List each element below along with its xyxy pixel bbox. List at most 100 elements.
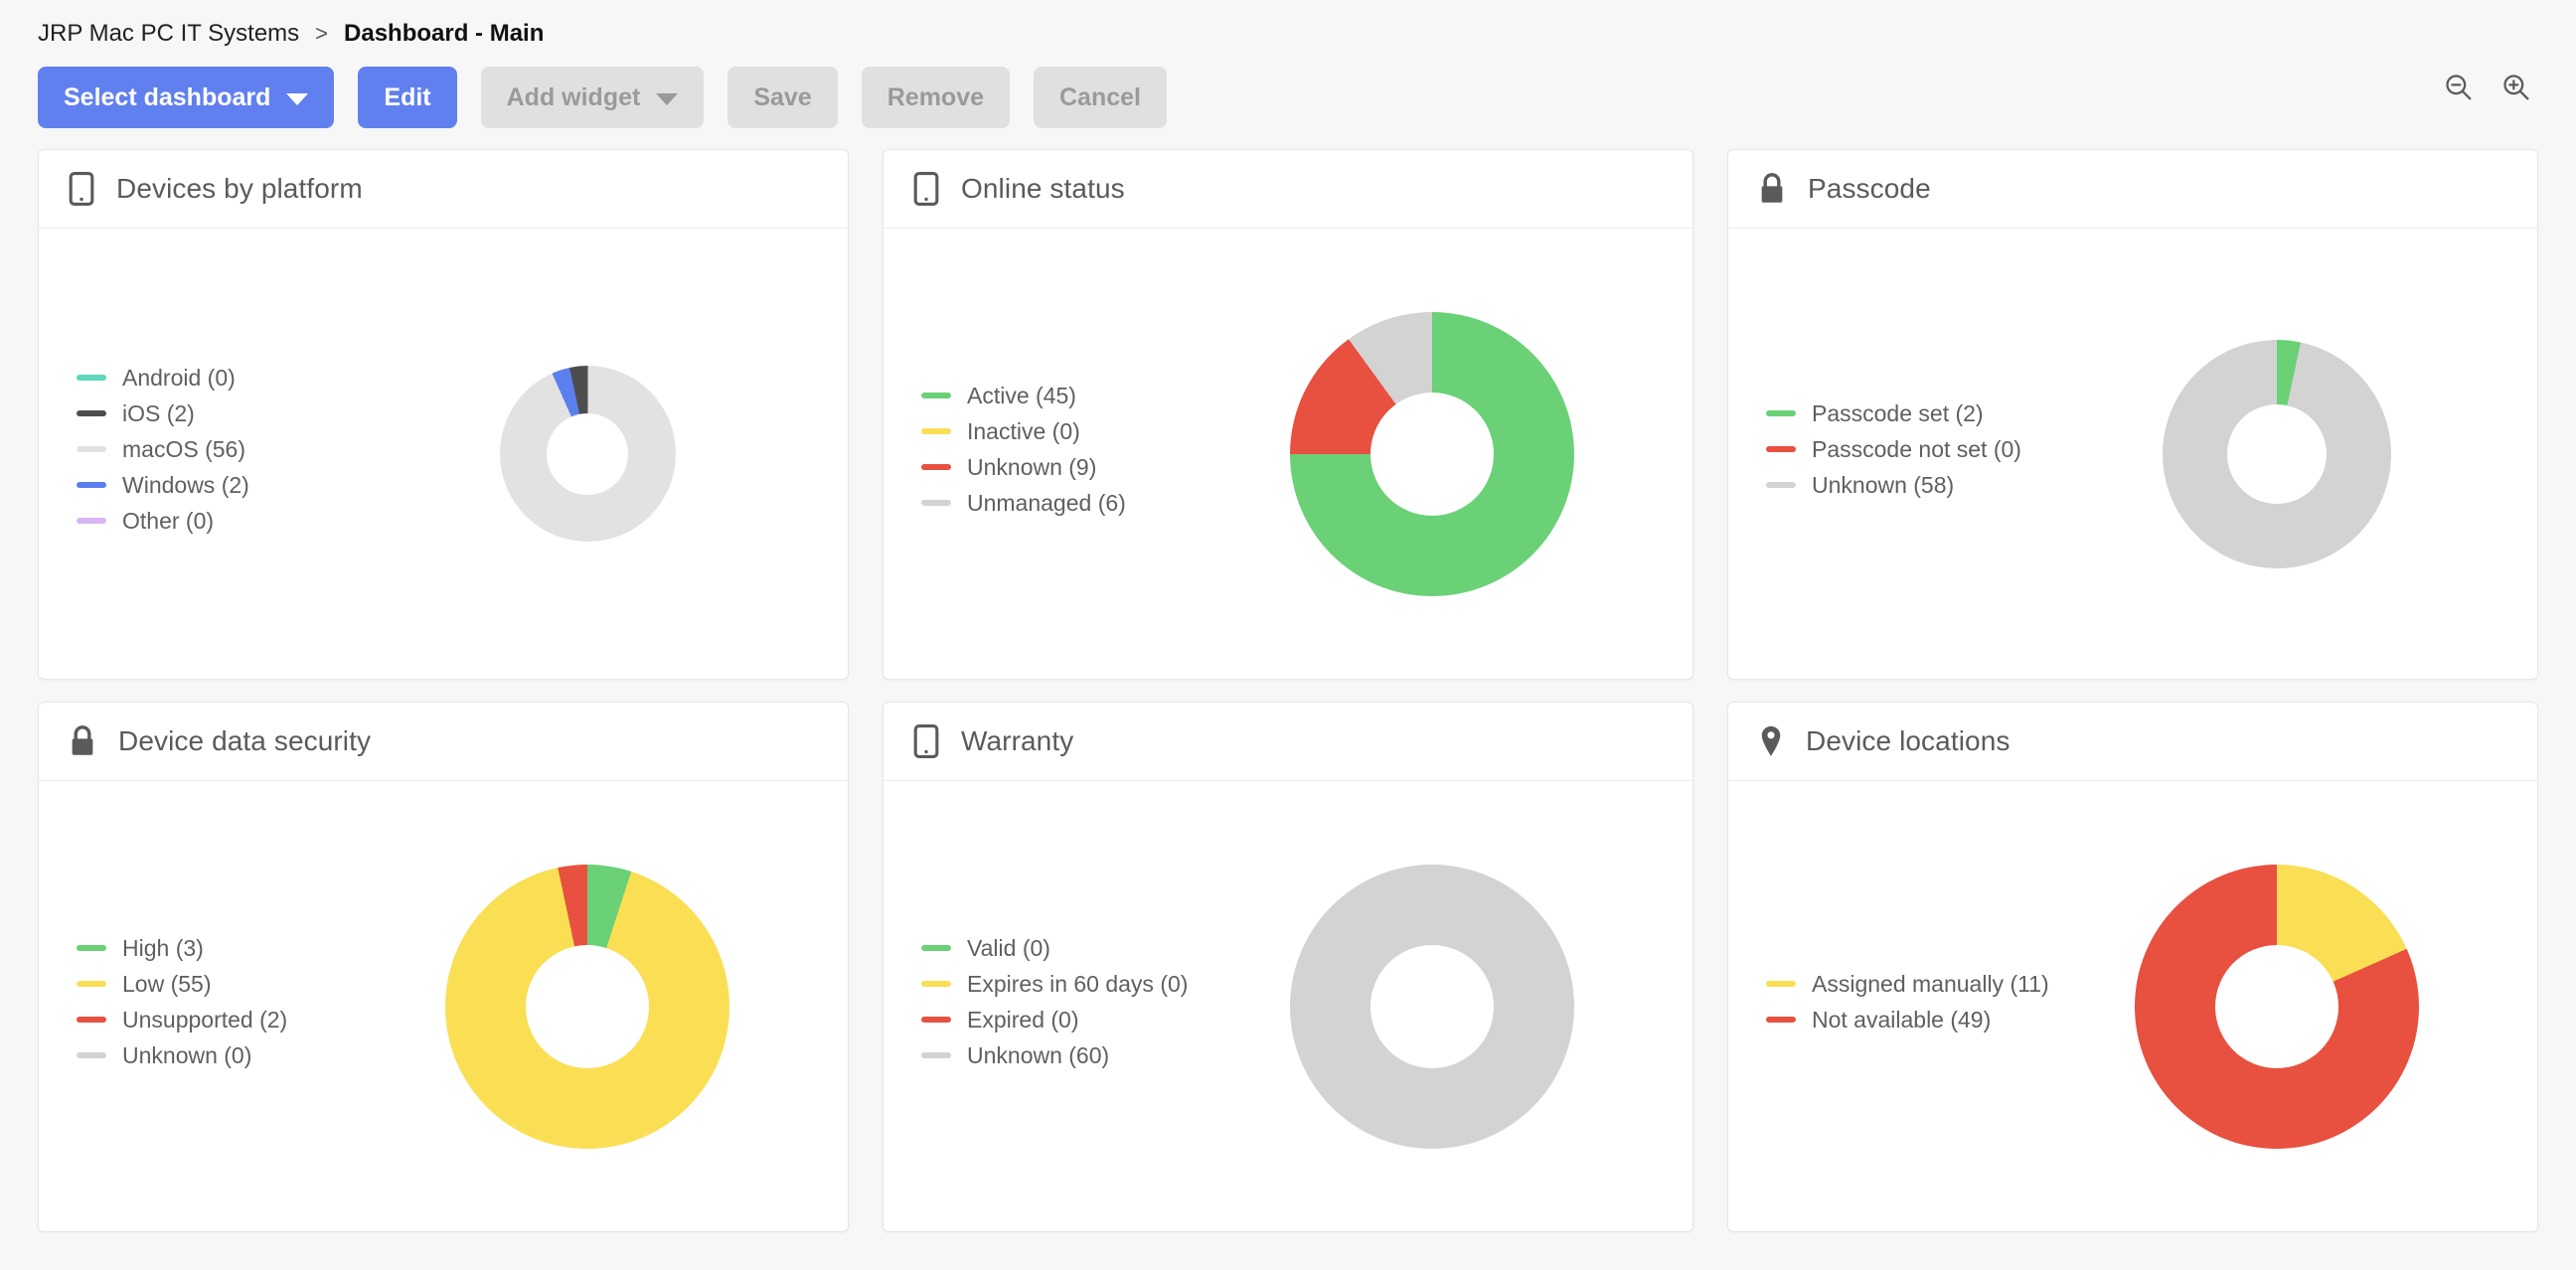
legend-swatch xyxy=(921,393,951,398)
legend-label: iOS (2) xyxy=(122,399,195,426)
legend-swatch xyxy=(77,1017,106,1023)
legend-item[interactable]: Unknown (58) xyxy=(1766,472,2040,499)
donut-hole xyxy=(1370,392,1494,516)
chart-legend: Passcode set (2) Passcode not set (0) Un… xyxy=(1752,400,2040,508)
donut-chart-device-locations[interactable] xyxy=(2135,864,2419,1149)
donut-hole xyxy=(1370,944,1494,1068)
legend-swatch xyxy=(77,410,106,416)
legend-label: Expired (0) xyxy=(967,1006,1079,1032)
legend-item[interactable]: Assigned manually (11) xyxy=(1766,971,2049,998)
legend-label: Passcode set (2) xyxy=(1812,399,1984,426)
save-button[interactable]: Save xyxy=(727,67,838,128)
legend-item[interactable]: Passcode not set (0) xyxy=(1766,436,2040,463)
legend-label: Unsupported (2) xyxy=(122,1006,288,1032)
donut-hole xyxy=(2227,403,2327,504)
donut-hole xyxy=(547,412,628,495)
edit-button[interactable]: Edit xyxy=(358,67,457,128)
donut-chart-online-status[interactable] xyxy=(1290,311,1574,596)
widget-device-data-security[interactable]: Device data security High (3) Low (55) U… xyxy=(38,702,849,1232)
legend-swatch xyxy=(921,500,951,506)
legend-label: Inactive (0) xyxy=(967,417,1080,444)
zoom-controls xyxy=(2443,72,2532,103)
dashboard-widget-grid: Devices by platform Android (0) iOS (2) … xyxy=(0,135,2576,1232)
legend-item[interactable]: Valid (0) xyxy=(921,935,1196,962)
chart-area xyxy=(1196,311,1669,596)
remove-button[interactable]: Remove xyxy=(861,67,1010,128)
donut-chart-device-data-security[interactable] xyxy=(445,864,729,1149)
widget-header: Passcode xyxy=(1728,150,2537,229)
legend-label: Unknown (9) xyxy=(967,453,1097,480)
legend-swatch xyxy=(1766,981,1796,987)
legend-label: macOS (56) xyxy=(122,435,245,462)
legend-label: Low (55) xyxy=(122,970,212,997)
legend-label: Unknown (58) xyxy=(1812,471,1955,498)
cancel-button[interactable]: Cancel xyxy=(1034,67,1167,128)
add-widget-button[interactable]: Add widget xyxy=(480,67,705,128)
chart-legend: Active (45) Inactive (0) Unknown (9) Unm… xyxy=(907,383,1196,526)
widget-header: Warranty xyxy=(884,703,1692,781)
legend-label: Assigned manually (11) xyxy=(1812,970,2049,997)
legend-item[interactable]: Other (0) xyxy=(77,508,351,535)
legend-item[interactable]: Unsupported (2) xyxy=(77,1007,351,1033)
legend-swatch xyxy=(921,945,951,951)
widget-devices-by-platform[interactable]: Devices by platform Android (0) iOS (2) … xyxy=(38,149,849,680)
widget-online-status[interactable]: Online status Active (45) Inactive (0) U… xyxy=(883,149,1693,680)
legend-label: Active (45) xyxy=(967,382,1076,408)
chart-area xyxy=(1196,864,1669,1149)
widget-warranty[interactable]: Warranty Valid (0) Expires in 60 days (0… xyxy=(883,702,1693,1232)
legend-label: Windows (2) xyxy=(122,471,249,498)
widget-device-locations[interactable]: Device locations Assigned manually (11) … xyxy=(1727,702,2538,1232)
donut-chart-devices-by-platform[interactable] xyxy=(499,366,676,542)
breadcrumb-separator: > xyxy=(315,21,329,46)
legend-label: High (3) xyxy=(122,934,204,961)
legend-item[interactable]: Active (45) xyxy=(921,383,1196,409)
widget-body: Passcode set (2) Passcode not set (0) Un… xyxy=(1728,229,2537,679)
chart-area xyxy=(2040,339,2513,568)
legend-swatch xyxy=(77,945,106,951)
chart-area xyxy=(351,864,824,1149)
legend-item[interactable]: Unknown (0) xyxy=(77,1042,351,1069)
legend-label: Android (0) xyxy=(122,364,236,391)
legend-item[interactable]: iOS (2) xyxy=(77,400,351,427)
widget-body: Active (45) Inactive (0) Unknown (9) Unm… xyxy=(884,229,1692,679)
add-widget-label: Add widget xyxy=(506,82,641,111)
legend-item[interactable]: Low (55) xyxy=(77,971,351,998)
zoom-out-icon[interactable] xyxy=(2443,72,2475,103)
legend-item[interactable]: Expires in 60 days (0) xyxy=(921,971,1196,998)
zoom-in-icon[interactable] xyxy=(2500,72,2532,103)
legend-swatch xyxy=(77,981,106,987)
legend-item[interactable]: Expired (0) xyxy=(921,1007,1196,1033)
widget-title: Online status xyxy=(961,173,1125,204)
legend-item[interactable]: Passcode set (2) xyxy=(1766,400,2040,427)
legend-item[interactable]: Inactive (0) xyxy=(921,418,1196,445)
legend-item[interactable]: Not available (49) xyxy=(1766,1007,2040,1033)
donut-chart-warranty[interactable] xyxy=(1290,864,1574,1149)
legend-item[interactable]: Unknown (60) xyxy=(921,1042,1196,1069)
legend-label: Unmanaged (6) xyxy=(967,489,1126,516)
legend-swatch xyxy=(921,428,951,434)
legend-swatch xyxy=(1766,410,1796,416)
breadcrumb: JRP Mac PC IT Systems > Dashboard - Main xyxy=(0,0,2576,50)
legend-label: Unknown (60) xyxy=(967,1041,1110,1068)
widget-title: Device locations xyxy=(1806,725,2011,756)
breadcrumb-root[interactable]: JRP Mac PC IT Systems xyxy=(38,20,299,48)
legend-item[interactable]: Unknown (9) xyxy=(921,454,1196,481)
widget-passcode[interactable]: Passcode Passcode set (2) Passcode not s… xyxy=(1727,149,2538,680)
legend-item[interactable]: macOS (56) xyxy=(77,436,351,463)
legend-item[interactable]: High (3) xyxy=(77,935,351,962)
legend-label: Other (0) xyxy=(122,507,215,534)
widget-header: Device data security xyxy=(39,703,848,781)
legend-item[interactable]: Windows (2) xyxy=(77,472,351,499)
chart-area xyxy=(351,366,824,542)
legend-item[interactable]: Unmanaged (6) xyxy=(921,490,1196,517)
widget-header: Online status xyxy=(884,150,1692,229)
legend-item[interactable]: Android (0) xyxy=(77,365,351,392)
donut-hole xyxy=(526,944,649,1068)
donut-chart-passcode[interactable] xyxy=(2163,339,2391,568)
legend-swatch xyxy=(77,375,106,381)
legend-swatch xyxy=(921,1052,951,1058)
legend-swatch xyxy=(77,446,106,452)
donut-hole xyxy=(2215,944,2338,1068)
legend-label: Not available (49) xyxy=(1812,1006,1992,1032)
select-dashboard-button[interactable]: Select dashboard xyxy=(38,67,335,128)
